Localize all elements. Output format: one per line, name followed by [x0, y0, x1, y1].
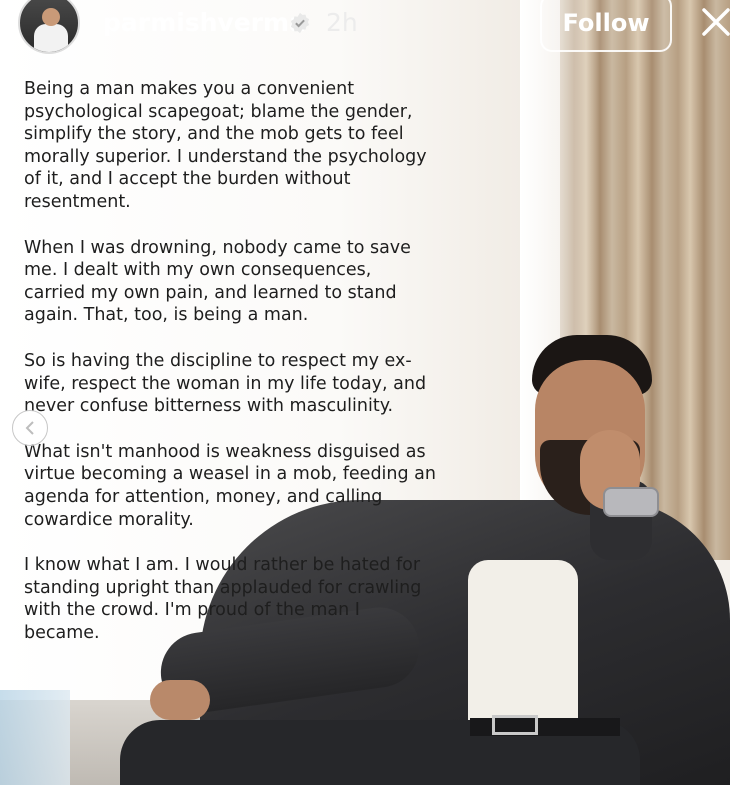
paragraph-4: What isn't manhood is weakness disguised…: [24, 441, 437, 530]
avatar-face: [42, 8, 60, 26]
follow-button[interactable]: Follow: [540, 0, 672, 52]
paragraph-1: Being a man makes you a convenient psych…: [24, 79, 427, 212]
avatar-body: [34, 24, 68, 52]
story-view: parmishverma 2h Follow Being a man makes…: [0, 0, 730, 785]
avatar[interactable]: [18, 0, 80, 54]
username[interactable]: parmishverma: [103, 8, 306, 37]
previous-button[interactable]: [12, 410, 48, 446]
belt-buckle: [492, 715, 538, 735]
verified-badge-icon: [290, 12, 310, 34]
paragraph-5: I know what I am. I would rather be hate…: [24, 555, 422, 643]
post-text: Being a man makes you a convenient psych…: [24, 78, 464, 667]
hand-left: [150, 680, 210, 720]
story-header: parmishverma 2h Follow: [0, 0, 730, 56]
paragraph-3: So is having the discipline to respect m…: [24, 350, 427, 417]
post-time: 2h: [326, 8, 358, 37]
chevron-left-icon: [25, 421, 34, 435]
paragraph-2: When I was drowning, nobody came to save…: [24, 237, 411, 326]
tshirt: [468, 560, 578, 740]
wristwatch: [603, 487, 659, 517]
close-icon[interactable]: [698, 4, 730, 40]
